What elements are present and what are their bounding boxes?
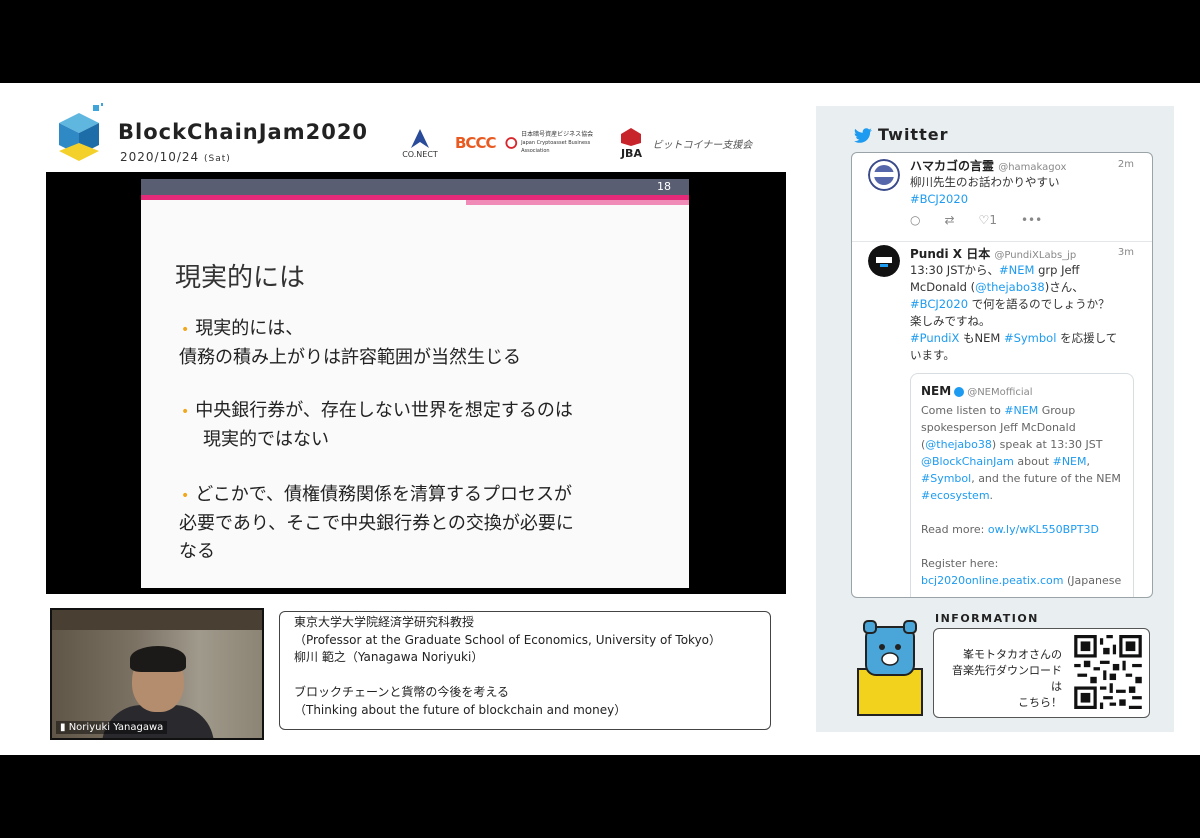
tweet-author: ハマカゴの言霊 bbox=[910, 159, 995, 173]
information-text: 峯モトタカオさんの 音楽先行ダウンロードは こちら！ bbox=[952, 648, 1062, 709]
quote-author: NEM bbox=[921, 384, 952, 398]
slide-header-bar: 18 bbox=[141, 179, 689, 195]
speaker-name: 柳川 範之（Yanagawa Noriyuki） bbox=[294, 650, 484, 664]
twitter-title: Twitter bbox=[878, 125, 949, 144]
slide-bullet-3: • どこかで、債権債務関係を清算するプロセスが 必要であり、そこで中央銀行券との交… bbox=[179, 484, 574, 562]
tweet-time: 3m bbox=[1117, 247, 1134, 258]
tweet-author: Pundi X 日本 bbox=[910, 247, 991, 261]
video-name-label: ▮ Noriyuki Yanagawa bbox=[56, 721, 168, 734]
event-date: 2020/10/24 (Sat) bbox=[120, 150, 231, 164]
bullet-dot-icon: • bbox=[181, 322, 190, 338]
tweet-text: 13:30 JSTから、#NEM grp Jeff McDonald (@the… bbox=[910, 263, 1118, 362]
avatar bbox=[868, 245, 900, 277]
bullet-dot-icon: • bbox=[181, 488, 190, 504]
blockchainjam-logo-icon bbox=[59, 103, 103, 161]
presentation-slide: 18 現実的には • 現実的には、 債務の積み上がりは許容範囲が当然生じる • 中央… bbox=[141, 179, 689, 588]
hashtag-link[interactable]: #BCJ2020 bbox=[910, 191, 1140, 208]
retweet-icon[interactable]: ⇄ bbox=[944, 213, 954, 227]
twitter-bird-icon bbox=[853, 128, 872, 143]
quote-text: Come listen to #NEM Group spokesperson J… bbox=[921, 404, 1122, 587]
event-title: BlockChainJam2020 bbox=[118, 120, 369, 144]
sponsor-jba: JBA bbox=[620, 127, 642, 160]
verified-badge-icon bbox=[954, 386, 965, 397]
speaker-title-en: （Professor at the Graduate School of Eco… bbox=[294, 632, 722, 647]
speaker-video[interactable]: ▮ Noriyuki Yanagawa bbox=[50, 608, 264, 740]
sponsor-connect: CO.NECT bbox=[395, 128, 445, 159]
slide-bullet-2: • 中央銀行券が、存在しない世界を想定するのは 現実的ではない bbox=[181, 400, 573, 450]
tweet-handle: @hamakagox bbox=[998, 162, 1067, 173]
slide-number: 18 bbox=[657, 180, 671, 193]
avatar bbox=[868, 159, 900, 191]
presentation-area: 18 現実的には • 現実的には、 債務の積み上がりは許容範囲が当然生じる • 中央… bbox=[46, 172, 786, 594]
bullet-dot-icon: • bbox=[181, 404, 190, 420]
quote-handle: @NEMofficial bbox=[967, 387, 1033, 398]
information-label: INFORMATION bbox=[935, 612, 1039, 625]
sponsor-jcba: 日本暗号資産ビジネス協会 Japan Cryptoasset Business A… bbox=[505, 131, 610, 155]
mascot-character-icon bbox=[857, 620, 923, 716]
jba-logo-icon bbox=[621, 127, 642, 146]
tweet-divider bbox=[852, 241, 1152, 242]
slide-accent-bar bbox=[141, 195, 689, 205]
speaker-info-box: 東京大学大学院経済学研究科教授 （Professor at the Gradua… bbox=[279, 611, 771, 730]
twitter-feed[interactable]: ハマカゴの言霊 @hamakagox 2m 柳川先生のお話わかりやすい #BCJ… bbox=[851, 152, 1153, 598]
qr-code-icon[interactable] bbox=[1074, 635, 1142, 709]
quoted-tweet[interactable]: NEM @NEMofficial Come listen to #NEM Grou… bbox=[910, 373, 1134, 597]
tweet-handle: @PundiXLabs_jp bbox=[994, 250, 1077, 261]
connect-logo-icon bbox=[411, 128, 429, 148]
sponsor-bd: ビットコイナー支援会 bbox=[652, 139, 753, 151]
jcba-logo-icon bbox=[505, 137, 518, 149]
like-button[interactable]: ♡1 bbox=[979, 213, 997, 227]
talk-title-jp: ブロックチェーンと貨幣の今後を考える bbox=[294, 685, 510, 699]
tweet-text: 柳川先生のお話わかりやすい bbox=[910, 175, 1060, 189]
tweet-actions: ○ ⇄ ♡1 ••• bbox=[910, 213, 1042, 227]
slide-bullet-1: • 現実的には、 債務の積み上がりは許容範囲が当然生じる bbox=[179, 318, 521, 368]
signal-bars-icon: ▮ bbox=[60, 722, 66, 733]
heart-icon: ♡ bbox=[978, 213, 990, 227]
slide-title: 現実的には bbox=[175, 263, 306, 293]
sponsor-logos: CO.NECT BCCC 日本暗号資産ビジネス協会 Japan Cryptoass… bbox=[395, 122, 775, 164]
speaker-title-jp: 東京大学大学院経済学研究科教授 bbox=[294, 615, 475, 629]
more-icon[interactable]: ••• bbox=[1021, 213, 1042, 227]
tweet-time: 2m bbox=[1117, 159, 1134, 170]
reply-icon[interactable]: ○ bbox=[910, 213, 920, 227]
sponsor-bccc: BCCC bbox=[455, 134, 496, 152]
information-card[interactable]: 峯モトタカオさんの 音楽先行ダウンロードは こちら！ bbox=[933, 628, 1150, 718]
talk-title-en: （Thinking about the future of blockchain… bbox=[294, 702, 627, 717]
